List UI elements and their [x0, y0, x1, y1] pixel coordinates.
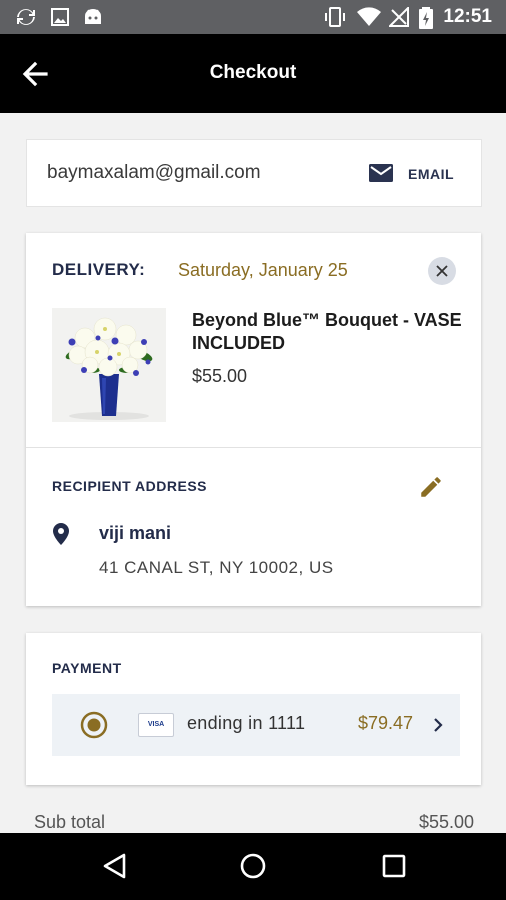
- wifi-icon: [357, 7, 381, 27]
- recipient-address-label: RECIPIENT ADDRESS: [52, 478, 208, 494]
- payment-amount: $79.47: [358, 713, 414, 733]
- product-price: $55.00: [192, 366, 248, 386]
- status-bar: 12:51: [0, 0, 506, 34]
- payment-method-row[interactable]: VISA ending in 1111 $79.47: [52, 694, 460, 756]
- pencil-icon[interactable]: [418, 474, 444, 500]
- location-pin-icon: [53, 523, 69, 545]
- email-button-label: EMAIL: [408, 166, 455, 182]
- email-address: baymaxalam@gmail.com: [47, 162, 261, 183]
- subtotal-row: Sub total $55.00: [34, 812, 474, 834]
- email-card: baymaxalam@gmail.com EMAIL: [26, 139, 482, 207]
- email-button[interactable]: EMAIL: [369, 159, 469, 189]
- product-name: Beyond Blue™ Bouquet - VASE INCLUDED: [192, 310, 462, 353]
- navigation-bar: [0, 833, 506, 900]
- home-circle-icon[interactable]: [238, 851, 268, 881]
- vibrate-icon: [325, 7, 345, 27]
- chevron-right-icon: [434, 718, 443, 732]
- subtotal-label: Sub total: [34, 812, 106, 832]
- subtotal-value: $55.00: [418, 812, 474, 832]
- product-image: [52, 308, 166, 422]
- close-icon: [436, 265, 448, 277]
- delivery-label: DELIVERY:: [52, 260, 146, 279]
- divider: [26, 447, 481, 448]
- recipient-address: 41 CANAL ST, NY 10002, US: [99, 558, 334, 577]
- delivery-card: DELIVERY: Saturday, January 25 Beyond Bl…: [26, 233, 481, 606]
- battery-charging-icon: [419, 7, 433, 29]
- back-triangle-icon[interactable]: [100, 851, 130, 881]
- card-ending: ending in 1111: [187, 713, 306, 733]
- no-signal-icon: [389, 7, 409, 27]
- clock: 12:51: [443, 6, 492, 27]
- radio-selected-icon[interactable]: [80, 711, 108, 739]
- app-bar: Checkout: [0, 34, 506, 113]
- recents-square-icon[interactable]: [379, 851, 409, 881]
- delivery-date[interactable]: Saturday, January 25: [178, 260, 348, 281]
- payment-card: PAYMENT VISA ending in 1111 $79.47: [26, 633, 481, 785]
- sync-icon: [17, 9, 35, 25]
- image-icon: [51, 8, 69, 26]
- payment-label: PAYMENT: [52, 660, 122, 676]
- remove-item-button[interactable]: [428, 257, 456, 285]
- visa-card-icon: VISA: [138, 713, 174, 737]
- android-icon: [85, 9, 101, 24]
- recipient-name: viji mani: [99, 523, 172, 543]
- page-title: Checkout: [209, 62, 297, 83]
- mail-icon: [369, 164, 393, 182]
